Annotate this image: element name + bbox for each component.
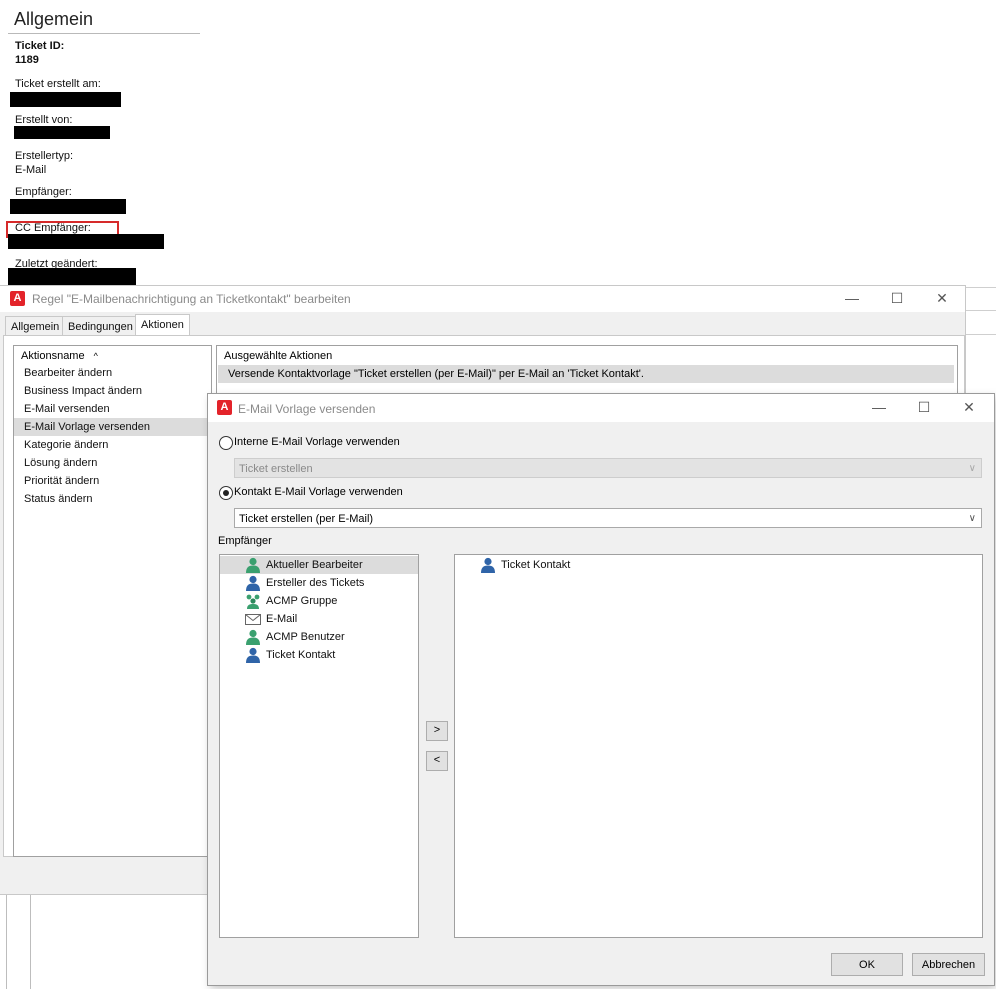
selected-action-row[interactable]: Versende Kontaktvorlage "Ticket erstelle…: [218, 365, 954, 383]
chevron-down-icon: ∨: [968, 463, 976, 474]
background-divider: [966, 310, 996, 311]
recipient-label: E-Mail: [266, 613, 298, 625]
internal-template-value: Ticket erstellen: [239, 463, 313, 475]
action-item-selected[interactable]: E-Mail Vorlage versenden: [14, 418, 211, 436]
add-recipient-button[interactable]: >: [426, 721, 448, 741]
app-logo-icon: A: [10, 291, 25, 306]
contact-template-select[interactable]: Ticket erstellen (per E-Mail) ∨: [234, 508, 982, 528]
action-item[interactable]: Status ändern: [14, 490, 211, 508]
redacted-recipient: [10, 199, 126, 214]
recipient-item-ticket-contact[interactable]: Ticket Kontakt: [220, 646, 418, 664]
contact-template-label[interactable]: Kontakt E-Mail Vorlage verwenden: [234, 486, 403, 498]
recipient-label: ACMP Gruppe: [266, 595, 338, 607]
mail-dialog-title: E-Mail Vorlage versenden: [238, 402, 376, 416]
recipient-label: Ticket Kontakt: [266, 649, 336, 661]
chosen-recipient-ticket-contact[interactable]: Ticket Kontakt: [455, 556, 982, 574]
mail-template-dialog: A E-Mail Vorlage versenden — ☐ ✕ Interne…: [208, 394, 994, 985]
remove-recipient-button[interactable]: <: [426, 751, 448, 771]
action-item[interactable]: Lösung ändern: [14, 454, 211, 472]
recipient-item-current-agent[interactable]: Aktueller Bearbeiter: [220, 556, 418, 574]
available-recipients-list[interactable]: Aktueller Bearbeiter Ersteller des Ticke…: [219, 554, 419, 938]
action-type-list[interactable]: Aktionsname ^ Bearbeiter ändern Business…: [13, 345, 212, 857]
chosen-recipients-list[interactable]: Ticket Kontakt: [454, 554, 983, 938]
ticket-id-label: Ticket ID:: [15, 40, 65, 52]
ok-button[interactable]: OK: [831, 953, 903, 976]
minimize-icon[interactable]: —: [856, 395, 902, 421]
ticket-id-value: 1189: [15, 54, 39, 66]
tab-general[interactable]: Allgemein: [5, 316, 66, 337]
tab-conditions[interactable]: Bedingungen: [62, 316, 139, 337]
action-item[interactable]: Business Impact ändern: [14, 382, 211, 400]
action-item[interactable]: E-Mail versenden: [14, 400, 211, 418]
background-divider: [966, 334, 996, 335]
recipient-item-acmp-user[interactable]: ACMP Benutzer: [220, 628, 418, 646]
redacted-cc: [8, 234, 164, 249]
chevron-down-icon: ∨: [968, 513, 976, 524]
action-item[interactable]: Bearbeiter ändern: [14, 364, 211, 382]
contact-template-radio[interactable]: [219, 486, 233, 500]
user-green-icon: [245, 557, 261, 573]
close-icon[interactable]: ✕: [946, 395, 992, 421]
mail-dialog-titlebar[interactable]: A E-Mail Vorlage versenden — ☐ ✕: [208, 394, 994, 422]
title-divider: [8, 33, 200, 34]
minimize-icon[interactable]: —: [829, 286, 875, 312]
actions-header-label: Aktionsname: [21, 350, 85, 362]
cc-label: CC Empfänger:: [15, 222, 91, 234]
maximize-icon[interactable]: ☐: [874, 286, 920, 312]
creator-type-label: Erstellertyp:: [15, 150, 74, 162]
recipients-label: Empfänger: [218, 535, 272, 547]
user-blue-icon: [245, 575, 261, 591]
user-blue-icon: [480, 557, 496, 573]
background-divider: [30, 894, 31, 989]
internal-template-label[interactable]: Interne E-Mail Vorlage verwenden: [234, 436, 400, 448]
user-group-icon: [245, 593, 261, 609]
background-divider: [962, 287, 996, 288]
recipient-label: Aktueller Bearbeiter: [266, 559, 363, 571]
recipient-label: Ersteller des Tickets: [266, 577, 365, 589]
recipient-item-ticket-creator[interactable]: Ersteller des Tickets: [220, 574, 418, 592]
contact-template-value: Ticket erstellen (per E-Mail): [239, 513, 374, 525]
envelope-icon: [245, 611, 261, 627]
user-blue-icon: [245, 647, 261, 663]
maximize-icon[interactable]: ☐: [901, 395, 947, 421]
internal-template-select: Ticket erstellen ∨: [234, 458, 982, 478]
redacted-last-changed: [8, 268, 136, 286]
selected-actions-header: Ausgewählte Aktionen: [224, 350, 333, 362]
selected-action-text: Versende Kontaktvorlage "Ticket erstelle…: [228, 368, 644, 380]
recipient-label: Ticket Kontakt: [501, 559, 571, 571]
internal-template-radio[interactable]: [219, 436, 233, 450]
recipient-label: Empfänger:: [15, 186, 72, 198]
rule-window-title: Regel "E-Mailbenachrichtigung an Ticketk…: [32, 292, 351, 306]
app-logo-icon: A: [217, 400, 232, 415]
panel-title: Allgemein: [14, 9, 94, 29]
recipient-label: ACMP Benutzer: [266, 631, 345, 643]
redacted-created-by: [14, 126, 110, 139]
action-item[interactable]: Priorität ändern: [14, 472, 211, 490]
tab-actions[interactable]: Aktionen: [135, 314, 190, 337]
created-label: Ticket erstellt am:: [15, 78, 101, 90]
recipient-item-acmp-group[interactable]: ACMP Gruppe: [220, 592, 418, 610]
rule-window-titlebar[interactable]: A Regel "E-Mailbenachrichtigung an Ticke…: [0, 286, 965, 312]
redacted-created-date: [10, 92, 121, 107]
created-by-label: Erstellt von:: [15, 114, 73, 126]
sort-ascending-icon: ^: [93, 351, 98, 361]
creator-type-value: E-Mail: [15, 164, 47, 176]
background-divider: [6, 894, 7, 989]
close-icon[interactable]: ✕: [919, 286, 965, 312]
action-item[interactable]: Kategorie ändern: [14, 436, 211, 454]
cancel-button[interactable]: Abbrechen: [912, 953, 985, 976]
user-green-icon: [245, 629, 261, 645]
recipient-item-email[interactable]: E-Mail: [220, 610, 418, 628]
actions-column-header[interactable]: Aktionsname ^: [21, 350, 98, 362]
